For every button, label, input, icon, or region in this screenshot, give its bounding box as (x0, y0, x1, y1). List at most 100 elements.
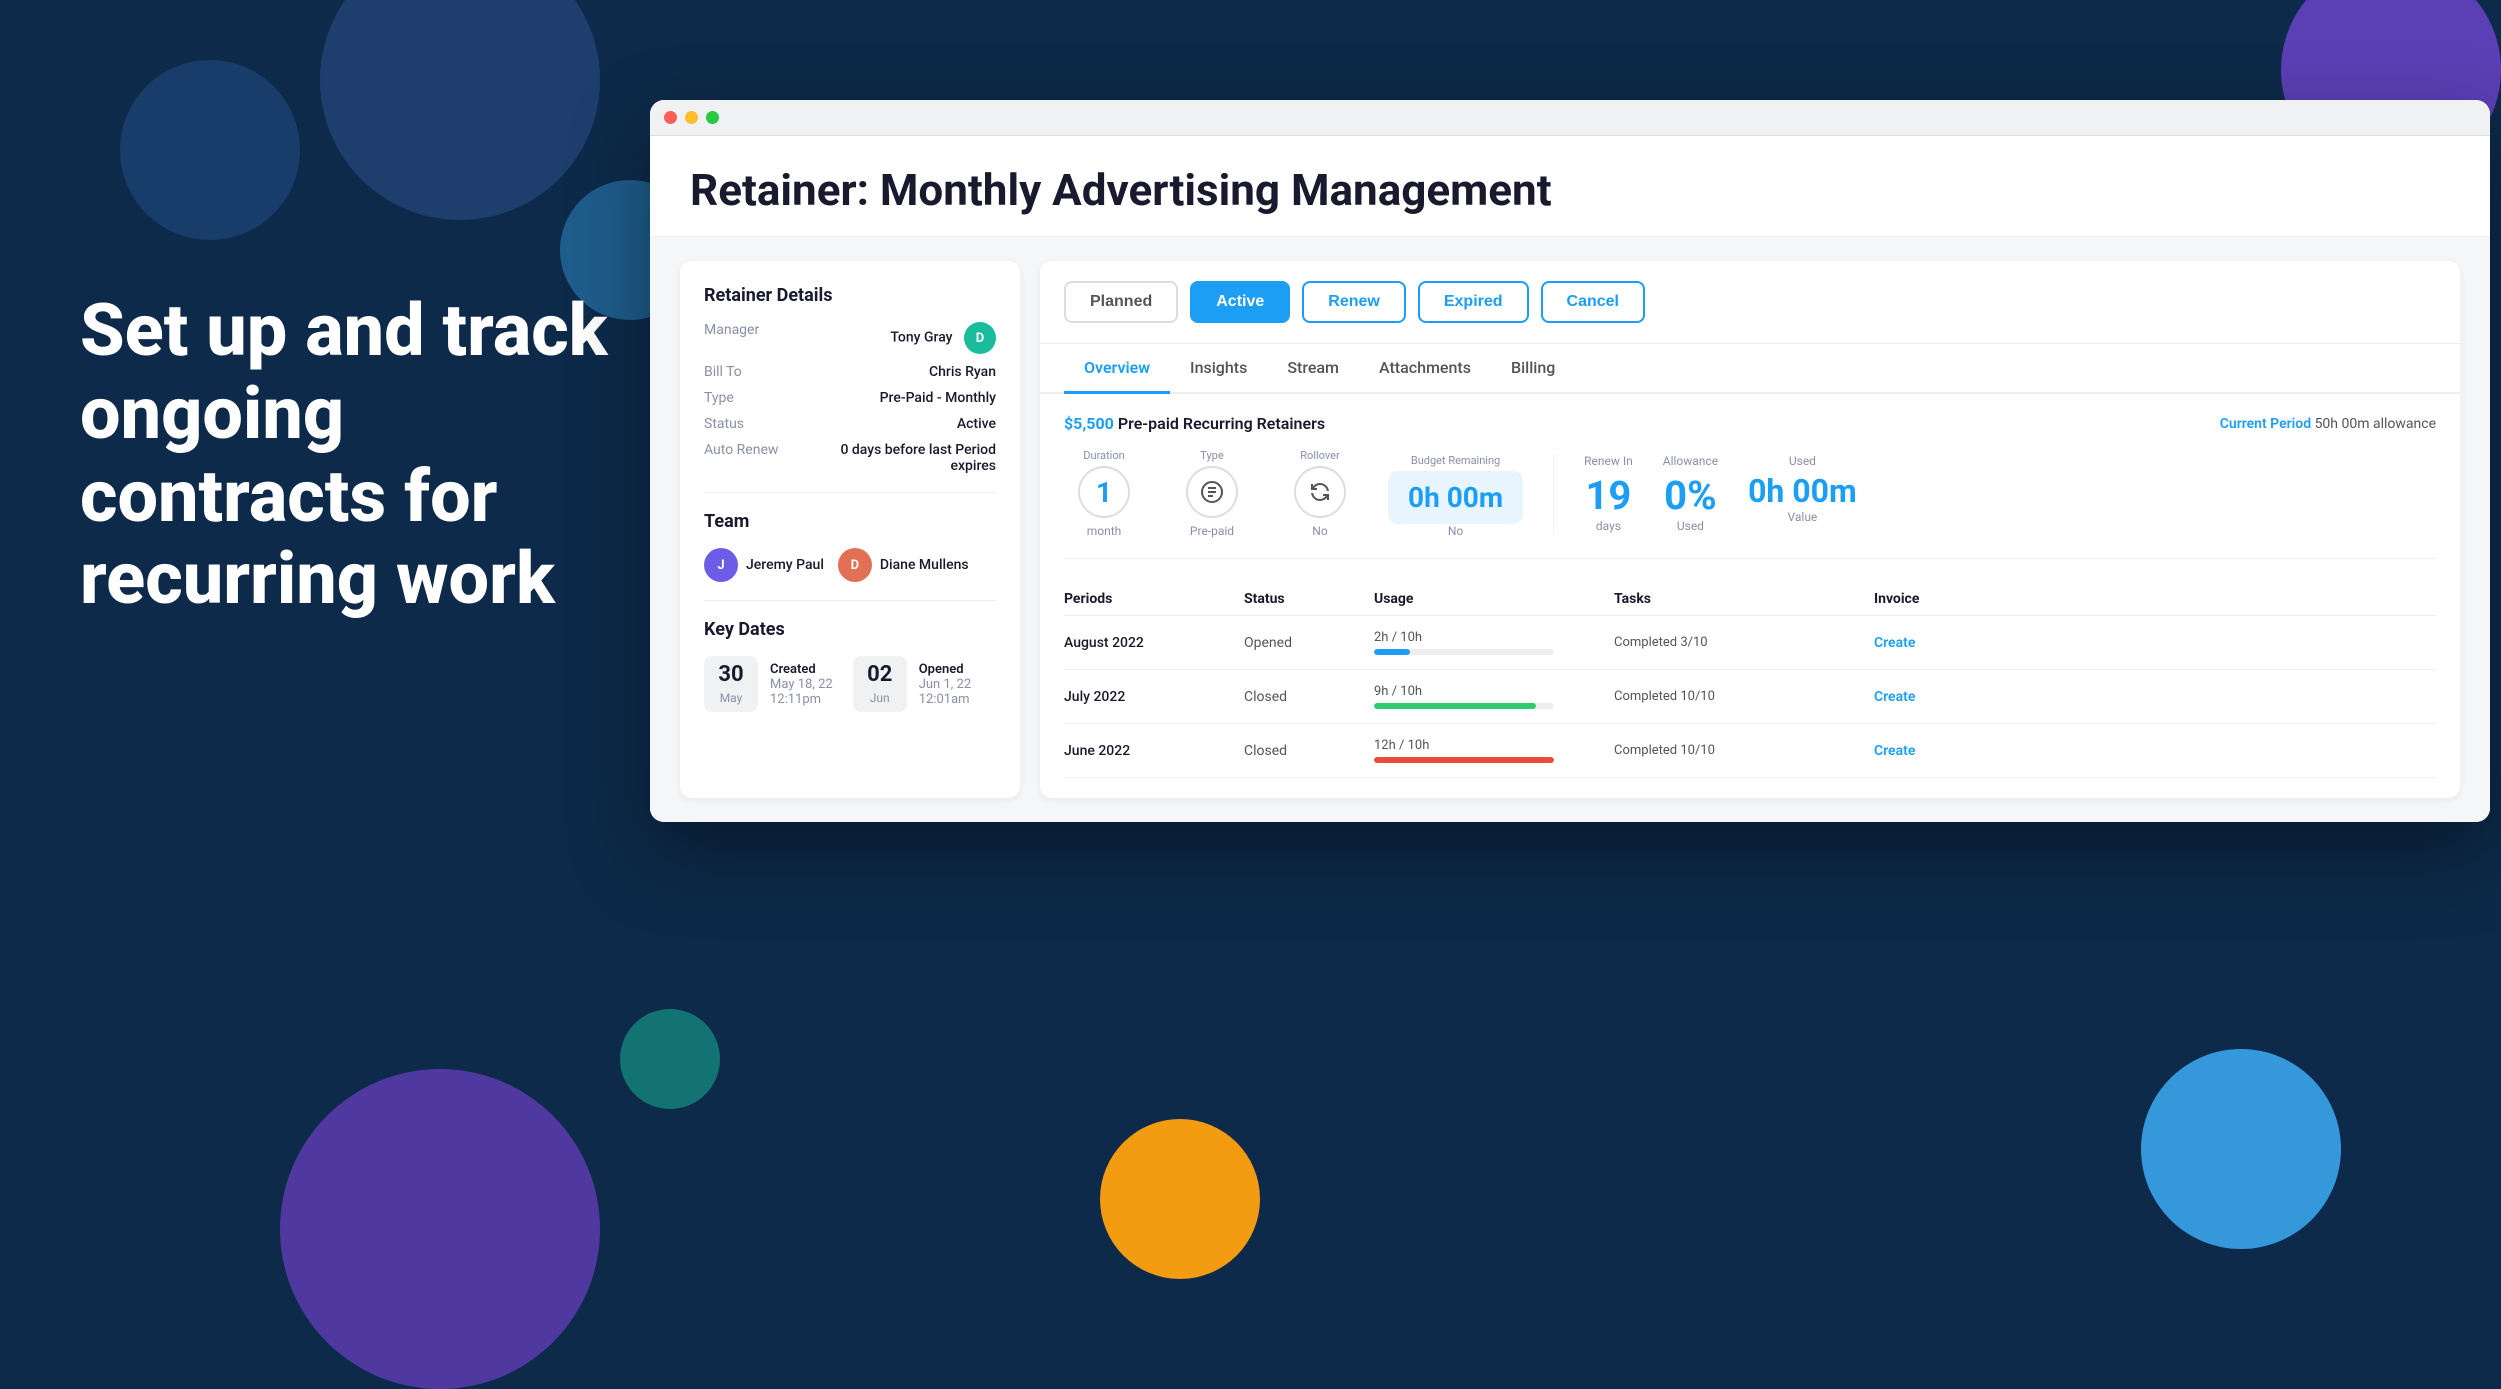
manager-avatar: D (964, 322, 996, 354)
date-type-created: Created (770, 662, 833, 677)
period-status-jun: Closed (1244, 743, 1374, 759)
detail-row-type: Type Pre-Paid - Monthly (704, 390, 996, 406)
stat-renew-label: Renew In (1584, 454, 1633, 468)
date-type-opened: Opened (919, 662, 971, 677)
col-status: Status (1244, 591, 1374, 607)
date-card-opened: 02 Jun Opened Jun 1, 2212:01am (853, 656, 971, 712)
window-body: Retainer: Monthly Advertising Management… (650, 136, 2490, 822)
divider-1 (704, 492, 996, 493)
period-tasks-jul: Completed 10/10 (1614, 689, 1874, 704)
detail-label-status: Status (704, 416, 804, 432)
tab-attachments[interactable]: Attachments (1359, 344, 1491, 394)
tab-insights[interactable]: Insights (1170, 344, 1267, 394)
team-member-diane-name: Diane Mullens (880, 557, 969, 573)
date-detail-opened: Jun 1, 2212:01am (919, 677, 971, 707)
tabs-bar: Overview Insights Stream Attachments Bil… (1040, 344, 2460, 394)
stat-budget-value: 0h 00m (1388, 471, 1523, 524)
status-btn-cancel[interactable]: Cancel (1541, 281, 1645, 323)
tab-billing[interactable]: Billing (1491, 344, 1575, 394)
current-period-blue: Current Period (2220, 416, 2311, 432)
main-layout: Retainer Details Manager Tony Gray D Bil… (650, 237, 2490, 822)
hero-heading: Set up and track ongoing contracts for r… (80, 290, 660, 621)
detail-row-autorenew: Auto Renew 0 days before last Period exp… (704, 442, 996, 474)
stat-type: Type Pre-paid (1172, 449, 1252, 538)
stat-used-value: 0h 00m (1748, 472, 1857, 510)
team-member-jeremy-name: Jeremy Paul (746, 557, 824, 573)
team-avatars: J Jeremy Paul D Diane Mullens (704, 548, 996, 582)
date-month-created: May (720, 691, 743, 705)
progress-fill-aug (1374, 649, 1410, 655)
progress-fill-jun (1374, 757, 1554, 763)
date-month-opened: Jun (870, 691, 890, 705)
invoice-create-jul[interactable]: Create (1874, 689, 1915, 705)
stat-duration-header: Duration (1083, 449, 1124, 462)
status-btn-planned[interactable]: Planned (1064, 281, 1178, 323)
bg-circle-1 (320, 0, 600, 220)
period-invoice-aug: Create (1874, 635, 1994, 651)
period-name-jun: June 2022 (1064, 743, 1244, 759)
stat-type-icon (1186, 466, 1238, 518)
date-card-created: 30 May Created May 18, 2212:11pm (704, 656, 833, 712)
periods-table: Periods Status Usage Tasks Invoice Augus… (1064, 583, 2436, 778)
progress-bar-aug (1374, 649, 1554, 655)
tab-stream[interactable]: Stream (1267, 344, 1359, 394)
stat-duration-label: month (1087, 524, 1122, 538)
prepaid-label: $5,500 Pre-paid Recurring Retainers (1064, 414, 1325, 433)
current-period-label: Current Period 50h 00m allowance (2220, 416, 2436, 432)
stat-duration-icon: 1 (1078, 466, 1130, 518)
date-day-created: 30 (714, 662, 748, 687)
bg-circle-7 (2141, 1049, 2341, 1249)
date-detail-created: May 18, 2212:11pm (770, 677, 833, 707)
bg-circle-6 (280, 1069, 600, 1389)
period-name-jul: July 2022 (1064, 689, 1244, 705)
progress-bar-jul (1374, 703, 1554, 709)
table-row: August 2022 Opened 2h / 10h Completed 3/… (1064, 616, 2436, 670)
detail-value-billto: Chris Ryan (804, 364, 996, 380)
stat-used-label: Used (1748, 454, 1857, 468)
key-dates-title: Key Dates (704, 619, 996, 640)
period-tasks-aug: Completed 3/10 (1614, 635, 1874, 650)
retainer-details-title: Retainer Details (704, 285, 996, 306)
period-name-aug: August 2022 (1064, 635, 1244, 651)
stat-renew-sub: days (1584, 519, 1633, 533)
status-btn-renew[interactable]: Renew (1302, 281, 1406, 323)
table-row: June 2022 Closed 12h / 10h Completed 10/… (1064, 724, 2436, 778)
detail-label-type: Type (704, 390, 804, 406)
periods-header: Periods Status Usage Tasks Invoice (1064, 583, 2436, 616)
team-title: Team (704, 511, 996, 532)
detail-label-manager: Manager (704, 322, 804, 354)
period-usage-aug: 2h / 10h (1374, 630, 1614, 655)
stats-divider (1553, 454, 1554, 534)
date-badge-created: 30 May (704, 656, 758, 712)
status-btn-expired[interactable]: Expired (1418, 281, 1529, 323)
invoice-create-jun[interactable]: Create (1874, 743, 1915, 759)
stat-type-label: Pre-paid (1190, 524, 1234, 538)
prepaid-amount: $5,500 (1064, 414, 1114, 433)
team-member-jeremy: J Jeremy Paul (704, 548, 824, 582)
stat-rollover-header: Rollover (1300, 449, 1339, 462)
avatar-diane: D (838, 548, 872, 582)
period-status-jul: Closed (1244, 689, 1374, 705)
stat-budget: Budget Remaining 0h 00m No (1388, 454, 1523, 538)
stat-used-sub: Value (1748, 510, 1857, 524)
avatar-jeremy: J (704, 548, 738, 582)
status-btn-active[interactable]: Active (1190, 281, 1290, 323)
detail-value-manager: Tony Gray D (804, 322, 996, 354)
app-window: Retainer: Monthly Advertising Management… (650, 100, 2490, 822)
bg-circle-2 (120, 60, 300, 240)
window-dot-red (664, 111, 677, 124)
stat-renew-in: Renew In 19 days (1584, 454, 1633, 533)
tab-overview[interactable]: Overview (1064, 344, 1170, 394)
usage-text-jun: 12h / 10h (1374, 738, 1614, 753)
stat-rollover-label: No (1312, 524, 1327, 538)
invoice-create-aug[interactable]: Create (1874, 635, 1915, 651)
stat-allowance: Allowance 0% Used (1663, 454, 1718, 533)
stat-rollover: Rollover No (1280, 449, 1360, 538)
detail-row-billto: Bill To Chris Ryan (704, 364, 996, 380)
stat-used: Used 0h 00m Value (1748, 454, 1857, 533)
detail-label-billto: Bill To (704, 364, 804, 380)
stat-type-header: Type (1200, 449, 1223, 462)
stat-renew-value: 19 (1584, 472, 1633, 519)
window-dot-yellow (685, 111, 698, 124)
detail-value-autorenew: 0 days before last Period expires (804, 442, 996, 474)
